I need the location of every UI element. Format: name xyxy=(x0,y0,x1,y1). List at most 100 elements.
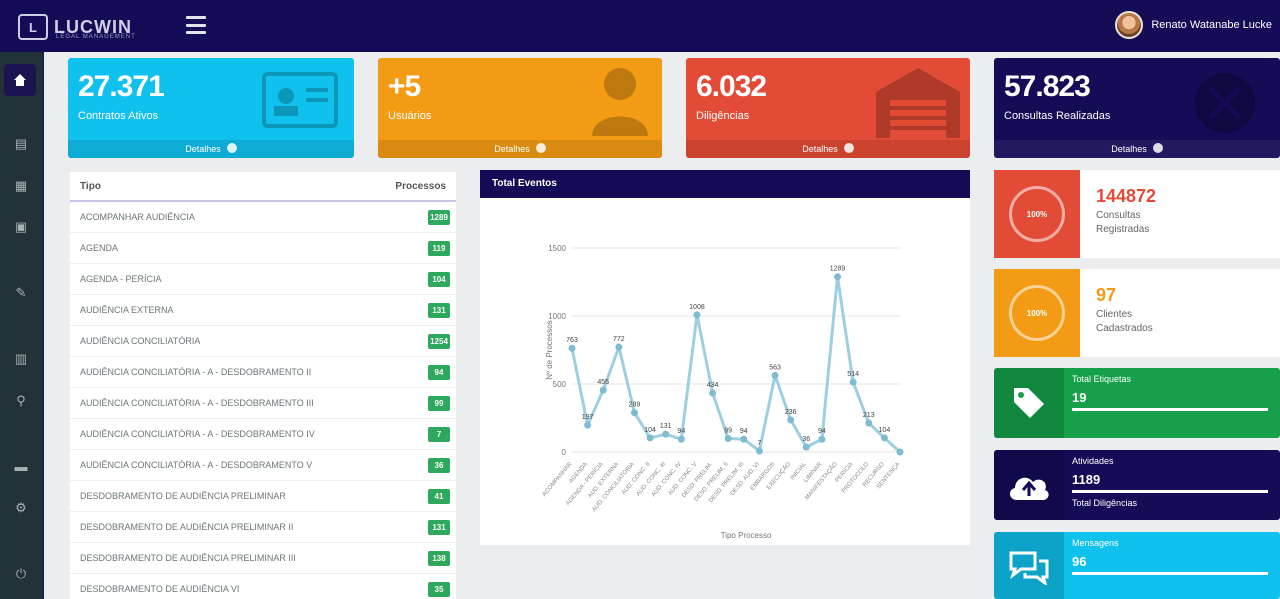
count-badge: 1254 xyxy=(428,333,450,349)
table-row[interactable]: AUDIÊNCIA CONCILIATÓRIA - A - DESDOBRAME… xyxy=(70,419,456,450)
row-type: AUDIÊNCIA CONCILIATÓRIA - A - DESDOBRAME… xyxy=(80,429,315,439)
progress-fill xyxy=(1072,408,1268,411)
data-point xyxy=(834,273,842,281)
cloud-upload-icon xyxy=(994,450,1064,520)
table-row[interactable]: DESDOBRAMENTO DE AUDIÊNCIA PRELIMINAR 41 xyxy=(70,481,456,512)
table-row[interactable]: AGENDA 119 xyxy=(70,233,456,264)
link-icon[interactable]: ⚲ xyxy=(0,386,42,416)
table-row[interactable]: AUDIÊNCIA CONCILIATÓRIA - A - DESDOBRAME… xyxy=(70,450,456,481)
table-row[interactable]: DESDOBRAMENTO DE AUDIÊNCIA VI 35 xyxy=(70,574,456,599)
count-badge: 104 xyxy=(428,271,450,287)
data-point xyxy=(802,443,810,451)
top-bar: L LUCWIN LEGAL MANAGEMENT Renato Watanab… xyxy=(0,0,1280,52)
list-icon[interactable]: ▤ xyxy=(0,129,42,159)
table-row[interactable]: AUDIÊNCIA CONCILIATÓRIA 1254 xyxy=(70,326,456,357)
card-contracts: 27.371 Contratos Ativos Detalhes xyxy=(68,58,354,158)
data-label: 772 xyxy=(613,336,625,343)
data-point xyxy=(693,311,701,319)
info-value: 19 xyxy=(1072,390,1087,405)
data-point xyxy=(568,344,576,352)
ring-value: 97 xyxy=(1096,285,1117,305)
row-type: ACOMPANHAR AUDIÊNCIA xyxy=(80,212,195,222)
progress-bar xyxy=(1072,490,1268,493)
progress-bar xyxy=(1072,572,1268,575)
info-footer: Total Diligências xyxy=(1072,498,1138,508)
data-label: 94 xyxy=(740,428,748,435)
tag-icon xyxy=(994,368,1064,438)
table-row[interactable]: AUDIÊNCIA CONCILIATÓRIA - A - DESDOBRAME… xyxy=(70,357,456,388)
data-label: 104 xyxy=(644,427,656,434)
logout-icon[interactable]: ⏻ xyxy=(0,559,42,589)
folder-icon[interactable]: ▬ xyxy=(0,451,42,481)
data-label: 94 xyxy=(677,428,685,435)
y-tick-label: 1000 xyxy=(548,312,566,321)
card-details-link[interactable]: Detalhes xyxy=(378,140,662,158)
card-details-link[interactable]: Detalhes xyxy=(68,140,354,158)
count-badge: 99 xyxy=(428,395,450,411)
card-details-link[interactable]: Detalhes xyxy=(994,140,1280,158)
user-icon xyxy=(588,64,652,141)
count-badge: 131 xyxy=(428,302,450,318)
grid-icon[interactable]: ▦ xyxy=(0,171,42,201)
row-type: DESDOBRAMENTO DE AUDIÊNCIA PRELIMINAR II xyxy=(80,522,294,532)
data-label: 197 xyxy=(582,414,594,421)
data-label: 104 xyxy=(879,427,891,434)
data-label: 99 xyxy=(724,428,732,435)
count-badge: 35 xyxy=(428,581,450,597)
card-diligences: 6.032 Diligências Detalhes xyxy=(686,58,970,158)
ring-card-queries: 100% 144872 Consultas Registradas xyxy=(994,170,1280,258)
row-type: AGENDA xyxy=(80,243,119,253)
y-axis-label: Nº de Processos xyxy=(545,320,554,379)
table-row[interactable]: DESDOBRAMENTO DE AUDIÊNCIA PRELIMINAR II… xyxy=(70,512,456,543)
info-title: Total Etiquetas xyxy=(1072,374,1132,384)
ring-box: 100% xyxy=(994,269,1080,357)
data-point xyxy=(584,421,592,429)
data-point xyxy=(677,435,685,443)
settings-icon[interactable]: ⚙ xyxy=(0,493,42,523)
calendar-icon[interactable]: ▣ xyxy=(0,212,42,242)
y-tick-label: 500 xyxy=(553,380,567,389)
ring-value: 144872 xyxy=(1096,186,1157,206)
card-details-link[interactable]: Detalhes xyxy=(686,140,970,158)
y-tick-label: 0 xyxy=(562,448,567,457)
info-card-activities: Atividades 1189 Total Diligências xyxy=(994,450,1280,520)
data-point xyxy=(880,434,888,442)
column-header-type: Tipo xyxy=(80,180,101,192)
count-badge: 131 xyxy=(428,519,450,535)
count-badge: 119 xyxy=(428,240,450,256)
data-point xyxy=(787,416,795,424)
count-badge: 36 xyxy=(428,457,450,473)
menu-toggle-icon[interactable] xyxy=(186,16,206,34)
edit-icon[interactable]: ✎ xyxy=(0,278,42,308)
document-icon[interactable]: ▥ xyxy=(0,344,42,374)
warehouse-icon xyxy=(874,66,962,143)
x-axis-label: Tipo Processo xyxy=(721,531,772,540)
data-label: 514 xyxy=(847,371,859,378)
table-row[interactable]: AUDIÊNCIA EXTERNA 131 xyxy=(70,295,456,326)
data-label: 563 xyxy=(769,364,781,371)
table-header: Tipo Processos xyxy=(70,172,456,202)
table-row[interactable]: ACOMPANHAR AUDIÊNCIA 1289 xyxy=(70,202,456,233)
sidebar: ▤ ▦ ▣ ✎ ▥ ⚲ ▬ ⚙ ⏻ xyxy=(0,52,44,599)
data-point xyxy=(662,430,670,438)
data-point xyxy=(755,447,763,455)
data-label: 434 xyxy=(707,382,719,389)
row-type: AUDIÊNCIA EXTERNA xyxy=(80,305,174,315)
row-type: AUDIÊNCIA CONCILIATÓRIA xyxy=(80,336,201,346)
table-row[interactable]: DESDOBRAMENTO DE AUDIÊNCIA PRELIMINAR II… xyxy=(70,543,456,574)
logo[interactable]: L LUCWIN LEGAL MANAGEMENT xyxy=(18,12,135,42)
home-icon[interactable] xyxy=(4,64,36,96)
table-row[interactable]: AGENDA - PERÍCIA 104 xyxy=(70,264,456,295)
user-menu[interactable]: Renato Watanabe Lucke xyxy=(1115,11,1272,39)
card-queries: 57.823 Consultas Realizadas Detalhes xyxy=(994,58,1280,158)
ring-sublabel: Cadastrados xyxy=(1096,323,1153,334)
data-label: 131 xyxy=(660,423,672,430)
card-label: Consultas Realizadas xyxy=(1004,110,1111,122)
process-type-table: Tipo Processos ACOMPANHAR AUDIÊNCIA 1289 A… xyxy=(70,172,456,599)
info-title: Atividades xyxy=(1072,456,1114,466)
chart-title: Total Eventos xyxy=(480,170,970,198)
card-label: Contratos Ativos xyxy=(78,110,159,122)
table-row[interactable]: AUDIÊNCIA CONCILIATÓRIA - A - DESDOBRAME… xyxy=(70,388,456,419)
line-chart: 050010001500763ACOMPANHAR197AGENDA455AGE… xyxy=(542,244,904,540)
card-value: +5 xyxy=(388,70,421,103)
